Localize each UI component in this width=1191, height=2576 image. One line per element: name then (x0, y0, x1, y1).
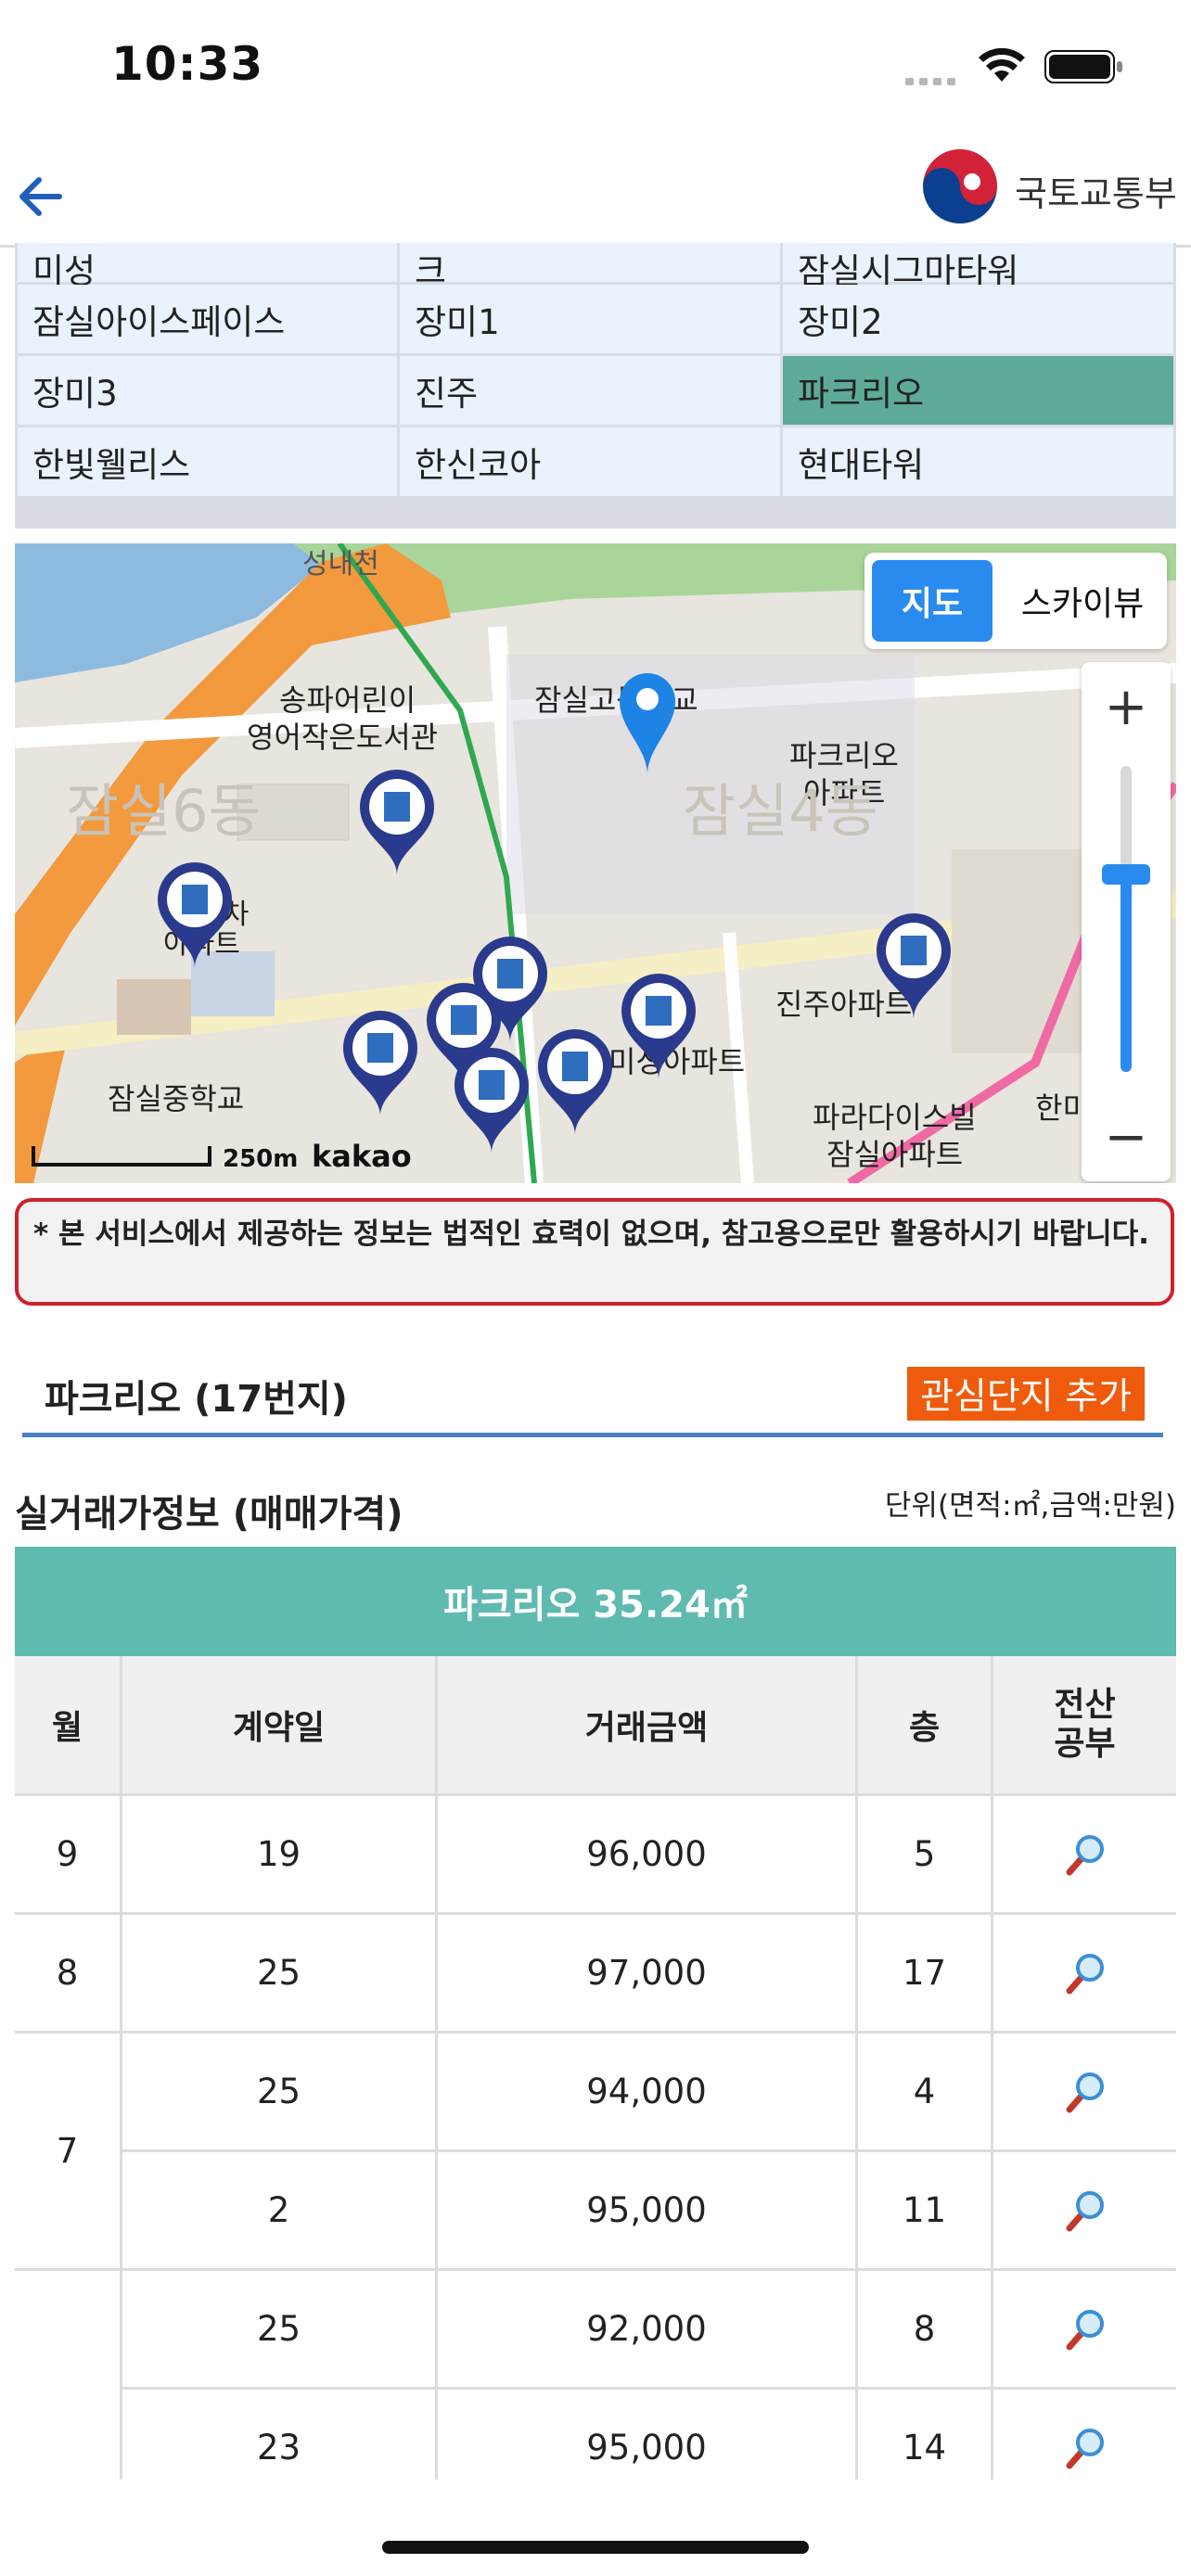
apartment-marker-icon[interactable] (154, 859, 236, 974)
svg-text:파라다이스빌: 파라다이스빌 (813, 1100, 977, 1135)
cell-price: 96,000 (586, 1834, 707, 1874)
zoom-slider-fill (1121, 875, 1132, 1072)
zoom-control: + − (1082, 662, 1171, 1181)
cell-day: 25 (256, 1953, 301, 1993)
disclaimer-notice: * 본 서비스에서 제공하는 정보는 법적인 효력이 없으며, 참고용으로만 활… (15, 1198, 1174, 1306)
magnifier-icon[interactable] (993, 2152, 1176, 2268)
skyview-mode-button[interactable]: 스카이뷰 (1004, 560, 1161, 642)
cell-month: 7 (56, 2131, 79, 2171)
ministry-name: 국토교통부 (1015, 173, 1177, 214)
svg-text:잠실중학교: 잠실중학교 (108, 1081, 244, 1116)
svg-text:kakao: kakao (312, 1139, 412, 1174)
status-time: 10:33 (111, 37, 264, 91)
map-view[interactable]: 성내천 송파어린이 영어작은도서관 잠실고등학교 파크리오 아파트 잠실6동 잠… (15, 543, 1176, 1183)
svg-text:성내천: 성내천 (302, 548, 379, 580)
cell-floor: 4 (913, 2072, 936, 2111)
apartment-marker-icon[interactable] (873, 910, 954, 1025)
table-title: 파크리오 35.24㎡ (15, 1547, 1176, 1656)
grid-cell[interactable]: 진주 (400, 356, 780, 425)
header-record: 전산 공부 (993, 1656, 1176, 1793)
cell-day: 25 (256, 2309, 301, 2349)
cell-month: 8 (56, 1953, 79, 1993)
grid-cell[interactable]: 한빛웰리스 (18, 427, 397, 496)
cell-month: 9 (56, 1834, 79, 1874)
grid-cell[interactable]: 미성 (18, 243, 397, 291)
cell-day: 25 (256, 2072, 301, 2111)
cell-floor: 11 (902, 2190, 947, 2230)
title-underline (22, 1433, 1163, 1437)
header-day: 계약일 (122, 1656, 435, 1793)
cell-floor: 17 (902, 1953, 947, 1993)
cell-price: 92,000 (586, 2309, 707, 2349)
svg-text:250m: 250m (223, 1145, 298, 1173)
cell-price: 95,000 (586, 2428, 707, 2468)
svg-text:잠실아파트: 잠실아파트 (826, 1137, 963, 1172)
cell-floor: 14 (902, 2428, 947, 2468)
zoom-in-button[interactable]: + (1082, 662, 1171, 751)
cell-price: 94,000 (586, 2072, 707, 2111)
svg-text:영어작은도서관: 영어작은도서관 (247, 720, 438, 755)
svg-text:잠실6동: 잠실6동 (66, 777, 262, 845)
apartment-marker-icon[interactable] (356, 766, 438, 881)
app-header (0, 130, 1191, 248)
grid-cell[interactable]: 장미3 (18, 356, 397, 425)
grid-cell[interactable]: 장미2 (783, 285, 1173, 353)
transaction-table: 파크리오 35.24㎡ 월 계약일 거래금액 층 전산 공부 9 19 96,0… (15, 1547, 1176, 2480)
apartment-marker-icon[interactable] (618, 970, 699, 1085)
map-type-toggle: 지도 스카이뷰 (864, 553, 1167, 649)
grid-cell[interactable]: 장미1 (400, 285, 780, 353)
add-favorite-button[interactable]: 관심단지 추가 (907, 1367, 1145, 1421)
grid-cell-selected[interactable]: 파크리오 (783, 356, 1173, 425)
header-month: 월 (15, 1656, 120, 1793)
magnifier-icon[interactable] (993, 1796, 1176, 1912)
magnifier-icon[interactable] (993, 2390, 1176, 2480)
home-indicator[interactable] (382, 2541, 809, 2554)
back-arrow-icon[interactable] (13, 169, 69, 224)
section-title: 실거래가정보 (매매가격) (15, 1493, 403, 1536)
svg-text:파크리오: 파크리오 (789, 738, 899, 773)
grid-cell[interactable]: 잠실아이스페이스 (18, 285, 397, 353)
apartment-marker-icon[interactable] (534, 1026, 616, 1141)
header-price: 거래금액 (438, 1656, 855, 1793)
cell-floor: 8 (913, 2309, 936, 2349)
magnifier-icon[interactable] (993, 2034, 1176, 2149)
zoom-out-button[interactable]: − (1082, 1092, 1171, 1181)
magnifier-icon[interactable] (993, 2271, 1176, 2387)
wifi-icon (979, 48, 1025, 82)
cell-day: 23 (256, 2428, 301, 2468)
grid-cell[interactable]: 현대타워 (783, 427, 1173, 496)
apartment-marker-icon[interactable] (339, 1007, 421, 1122)
apartment-grid: 미성 크 잠실시그마타워 잠실아이스페이스 장미1 장미2 장미3 진주 파크리… (15, 243, 1176, 529)
cell-day: 2 (267, 2190, 290, 2230)
signal-icon (905, 78, 955, 85)
apartment-marker-icon[interactable] (451, 1044, 532, 1159)
cell-price: 97,000 (586, 1953, 707, 1993)
cell-price: 95,000 (586, 2190, 707, 2230)
grid-cell[interactable]: 크 (400, 243, 780, 291)
unit-label: 단위(면적:㎡,금액:만원) (884, 1489, 1176, 1523)
zoom-slider-handle[interactable] (1102, 864, 1150, 885)
battery-icon (1044, 50, 1122, 83)
cell-day: 19 (256, 1834, 301, 1874)
magnifier-icon[interactable] (993, 1915, 1176, 2031)
grid-cell[interactable]: 잠실시그마타워 (783, 243, 1173, 291)
svg-text:송파어린이: 송파어린이 (279, 682, 416, 718)
complex-title: 파크리오 (17번지) (45, 1378, 348, 1421)
ministry-logo-icon[interactable] (922, 148, 998, 224)
svg-text:잠실4동: 잠실4동 (683, 777, 878, 845)
cell-floor: 5 (913, 1834, 936, 1874)
grid-cell[interactable]: 한신코아 (400, 427, 780, 496)
map-mode-button[interactable]: 지도 (872, 560, 992, 642)
header-floor: 층 (858, 1656, 991, 1793)
